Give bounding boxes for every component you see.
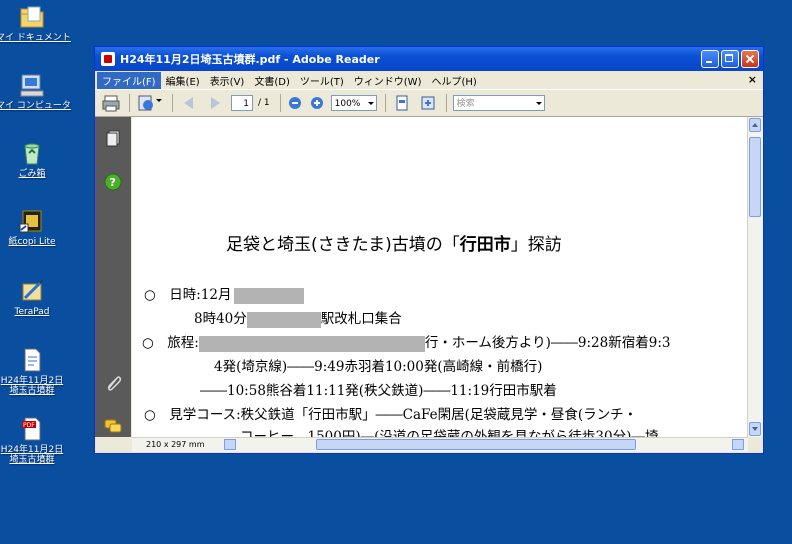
menu-document[interactable]: 文書(D) — [249, 72, 295, 89]
meeting-point-text: 駅改札口集合 — [320, 311, 402, 327]
page-total: / 1 — [258, 98, 270, 108]
zoom-out-icon[interactable] — [287, 93, 303, 113]
attachment-icon[interactable] — [104, 373, 122, 391]
document-close-button[interactable]: × — [748, 73, 757, 86]
menu-edit[interactable]: 編集(E) — [161, 72, 205, 89]
doc-line-itinerary: ○ 旅程: 行・ホーム後方より)――9:28新宿着9:3 — [142, 331, 670, 352]
pages-icon[interactable] — [104, 129, 122, 147]
horizontal-scrollbar[interactable]: 210 x 297 mm — [132, 437, 748, 452]
doc-line-course-2: コーヒー 1500円)―(沿道の足袋蔵の外観を見ながら徒歩30分)―埼 — [240, 429, 659, 437]
desktop-icon-kamicopi[interactable]: 紙copi Lite — [0, 208, 68, 247]
pdf-page: 足袋と埼玉(さきたま)古墳の「行田市」探訪 ○ 日時:12月 8時40分 駅改札口… — [132, 117, 748, 437]
toolbar-separator — [172, 94, 173, 112]
previous-page-icon[interactable] — [179, 93, 199, 113]
desktop-icon-my-computer[interactable]: マイ コンピュータ — [0, 72, 71, 111]
minimize-button[interactable] — [701, 50, 719, 68]
comments-icon[interactable] — [104, 417, 122, 435]
desktop-icon-terapad[interactable]: TeraPad — [0, 278, 68, 317]
desktop-icon-label: マイ ドキュメント — [0, 33, 71, 43]
window-title: H24年11月2日埼玉古墳群.pdf - Adobe Reader — [120, 53, 380, 66]
zoom-select[interactable]: 100% — [330, 95, 377, 111]
vertical-scrollbar[interactable] — [747, 117, 763, 437]
recycle-bin-icon — [19, 140, 45, 166]
help-icon[interactable]: ? — [104, 173, 122, 191]
document-title-suffix: 」探訪 — [510, 235, 562, 255]
scrollbar-thumb[interactable] — [749, 137, 761, 217]
menu-window[interactable]: ウィンドウ(W) — [349, 72, 427, 89]
scroll-right-button[interactable] — [732, 439, 744, 450]
scroll-down-button[interactable] — [749, 422, 761, 436]
desktop-icon-pdf-file[interactable]: PDF H24年11月2日 埼玉古墳群 — [0, 416, 68, 465]
adobe-reader-window: H24年11月2日埼玉古墳群.pdf - Adobe Reader ファイル(F… — [94, 46, 764, 454]
desktop-icon-my-documents[interactable]: マイ ドキュメント — [0, 4, 71, 43]
desktop-icon-label: ごみ箱 — [18, 169, 46, 179]
doc-line-itinerary-3: ――10:58熊谷着11:11発(秩父鉄道)――11:19行田市駅着 — [200, 383, 557, 399]
redaction-box — [246, 311, 321, 328]
desktop-icon-label: 紙copi Lite — [8, 237, 56, 247]
page-number-input[interactable]: 1 — [231, 95, 253, 111]
scroll-up-button[interactable] — [749, 118, 761, 132]
itinerary-label: ○ 旅程: — [142, 335, 199, 351]
title-bar[interactable]: H24年11月2日埼玉古墳群.pdf - Adobe Reader — [95, 47, 763, 71]
desktop-icon-doc-file[interactable]: H24年11月2日 埼玉古墳群 — [0, 347, 68, 396]
text-editor-icon — [19, 278, 45, 304]
doc-line-time: 8時40分 駅改札口集合 — [194, 307, 402, 328]
doc-line-date: ○ 日時:12月 — [144, 283, 304, 304]
toolbar: 1 / 1 100% 検索 — [95, 89, 763, 117]
menu-help[interactable]: ヘルプ(H) — [426, 72, 481, 89]
desktop-icon-label: H24年11月2日 埼玉古墳群 — [0, 376, 64, 396]
adobe-reader-icon — [101, 52, 115, 66]
zoom-in-icon[interactable] — [309, 93, 325, 113]
toolbar-separator — [279, 94, 281, 112]
app-icon — [19, 208, 45, 234]
redaction-box — [233, 287, 304, 304]
document-title: 足袋と埼玉(さきたま)古墳の「行田市」探訪 — [226, 230, 562, 255]
maximize-button[interactable] — [721, 50, 739, 68]
menu-tools[interactable]: ツール(T) — [295, 72, 349, 89]
folder-icon — [19, 4, 45, 30]
pdf-icon: PDF — [19, 416, 45, 442]
full-screen-icon[interactable] — [418, 93, 438, 113]
toolbar-separator — [445, 94, 447, 112]
horizontal-scrollbar-thumb[interactable] — [316, 439, 636, 450]
desktop-icon-recycle-bin[interactable]: ごみ箱 — [0, 140, 68, 179]
toolbar-separator — [384, 94, 386, 112]
close-button[interactable] — [741, 50, 759, 68]
computer-icon — [19, 72, 45, 98]
document-icon — [19, 347, 45, 373]
itinerary-text: 行・ホーム後方より)――9:28新宿着9:3 — [424, 335, 671, 351]
doc-line-itinerary-2: 4発(埼京線)――9:49赤羽着10:00発(高崎線・前橋行) — [214, 359, 543, 375]
redaction-box — [198, 335, 425, 352]
search-input[interactable]: 検索 — [452, 95, 545, 111]
scroll-left-button[interactable] — [224, 439, 236, 450]
document-area: ? 足袋と埼玉(さきたま)古墳の「行田市」探訪 ○ 日時:12月 8時40分 駅改… — [95, 117, 763, 452]
svg-text:PDF: PDF — [23, 422, 35, 429]
desktop-icon-label: マイ コンピュータ — [0, 101, 71, 111]
date-label: ○ 日時:12月 — [144, 287, 232, 303]
document-title-bold: 行田市 — [459, 235, 511, 255]
fit-page-icon[interactable] — [392, 93, 412, 113]
toolbar-separator — [129, 94, 130, 112]
document-title-prefix: 足袋と埼玉(さきたま)古墳の「 — [226, 235, 460, 255]
next-page-icon[interactable] — [205, 93, 225, 113]
svg-text:?: ? — [110, 176, 116, 189]
page-size-label: 210 x 297 mm — [146, 440, 205, 449]
doc-line-course: ○ 見学コース:秩父鉄道「行田市駅」――CaFe閑居(足袋蔵見学・昼食(ランチ・ — [144, 407, 638, 423]
share-icon[interactable] — [136, 93, 164, 113]
menu-view[interactable]: 表示(V) — [205, 72, 250, 89]
desktop-icon-label: TeraPad — [14, 307, 50, 317]
menu-file[interactable]: ファイル(F) — [97, 71, 161, 89]
time-text: 8時40分 — [194, 311, 247, 327]
navigation-pane: ? — [95, 117, 131, 437]
desktop-icon-label: H24年11月2日 埼玉古墳群 — [0, 445, 64, 465]
print-icon[interactable] — [101, 93, 121, 113]
menu-bar: ファイル(F) 編集(E) 表示(V) 文書(D) ツール(T) ウィンドウ(W… — [95, 71, 763, 89]
